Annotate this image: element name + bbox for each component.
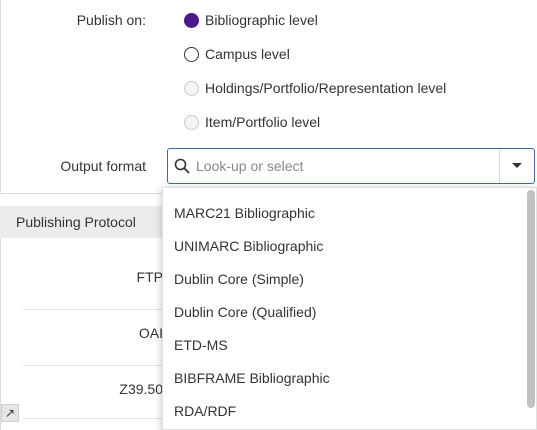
dropdown-toggle-button[interactable]: [500, 149, 534, 183]
output-format-input[interactable]: [196, 151, 499, 181]
dropdown-option[interactable]: ETD-MS: [163, 328, 536, 361]
caret-down-icon: [512, 163, 522, 168]
radio-disabled-icon: [184, 114, 199, 130]
radio-label: Item/Portfolio level: [205, 114, 321, 130]
output-format-label: Output format: [60, 158, 146, 174]
radio-unchecked-icon[interactable]: [184, 46, 199, 62]
dropdown-option[interactable]: UNIMARC Bibliographic: [163, 229, 536, 262]
radio-label: Holdings/Portfolio/Representation level: [205, 80, 447, 96]
dropdown-option[interactable]: Dublin Core (Qualified): [163, 295, 536, 328]
radio-disabled-icon: [184, 80, 199, 96]
radio-label: Bibliographic level: [205, 12, 318, 28]
radio-label: Campus level: [205, 46, 290, 62]
output-format-combobox[interactable]: [167, 148, 535, 184]
protocol-z3950-label: Z39.50: [119, 381, 163, 397]
radio-bibliographic-level[interactable]: Bibliographic level: [184, 10, 318, 30]
dropdown-scrollbar[interactable]: [527, 190, 535, 408]
output-format-dropdown-list: MARC21 Bibliographic UNIMARC Bibliograph…: [162, 187, 537, 430]
search-icon: [168, 158, 196, 174]
radio-checked-icon[interactable]: [184, 12, 199, 28]
protocol-oai-label: OAI: [138, 325, 163, 341]
expand-icon[interactable]: ↗: [1, 404, 19, 422]
divider: [23, 418, 173, 419]
protocol-ftp-label: FTP: [136, 269, 163, 285]
publishing-protocol-body: FTP OAI Z39.50: [0, 238, 175, 430]
divider: [23, 365, 173, 366]
radio-item-level: Item/Portfolio level: [184, 112, 320, 132]
divider: [23, 309, 173, 310]
publish-on-label: Publish on:: [76, 12, 146, 28]
publishing-protocol-header[interactable]: Publishing Protocol: [0, 206, 175, 238]
radio-campus-level[interactable]: Campus level: [184, 44, 290, 64]
dropdown-option[interactable]: BIBFRAME Bibliographic: [163, 361, 536, 394]
dropdown-option[interactable]: RDA/RDF: [163, 394, 536, 427]
dropdown-option[interactable]: Dublin Core (Simple): [163, 262, 536, 295]
radio-holdings-level: Holdings/Portfolio/Representation level: [184, 78, 446, 98]
dropdown-option[interactable]: MARC21 Bibliographic: [163, 196, 536, 229]
